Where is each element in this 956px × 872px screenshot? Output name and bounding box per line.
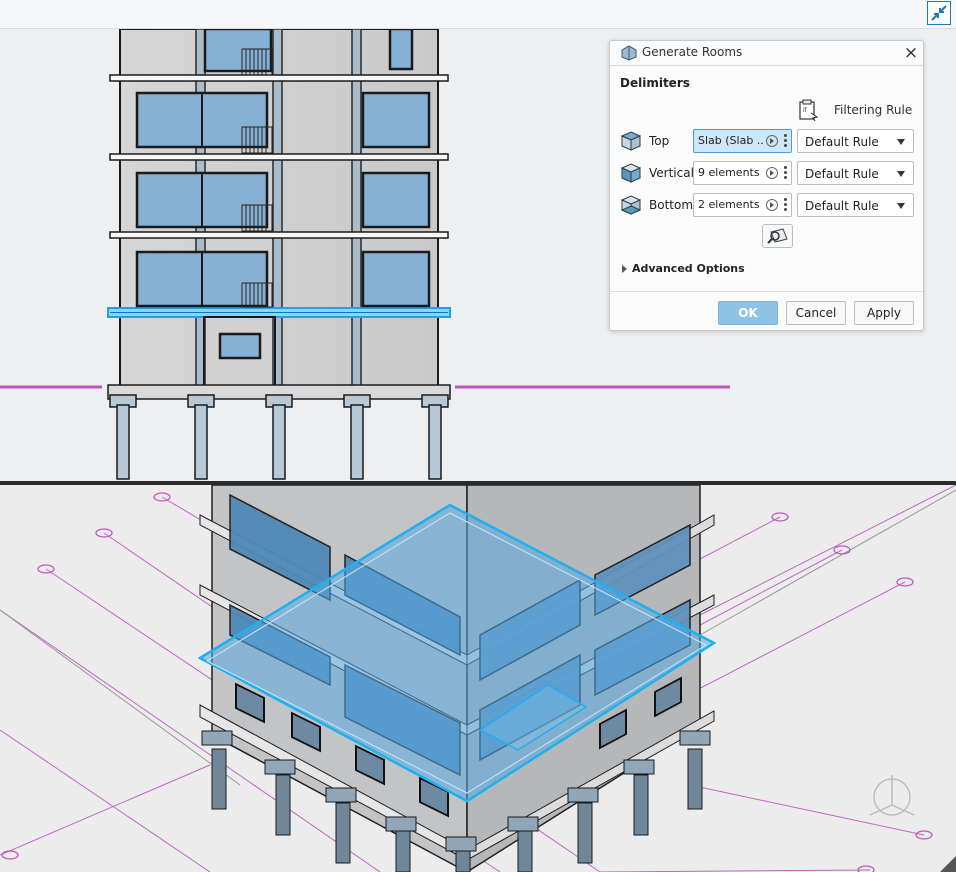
3d-view-drawing xyxy=(0,485,956,872)
more-options-icon[interactable] xyxy=(784,198,787,213)
close-icon[interactable]: × xyxy=(903,45,919,62)
vertical-rule-dropdown[interactable]: Default Rule xyxy=(797,161,914,185)
dropdown-caret-icon xyxy=(897,139,905,145)
advanced-options-label: Advanced Options xyxy=(632,262,745,275)
bottom-selection-value: 2 elements xyxy=(698,198,760,211)
apply-button[interactable]: Apply xyxy=(854,301,914,325)
bottom-delimiter-icon xyxy=(620,195,642,215)
generate-rooms-icon xyxy=(621,45,637,61)
expand-caret-icon xyxy=(622,265,627,273)
bottom-rule-dropdown[interactable]: Default Rule xyxy=(797,193,914,217)
generate-rooms-dialog: Generate Rooms × Delimiters if Filtering… xyxy=(609,40,924,331)
vertical-selection-value: 9 elements xyxy=(698,166,760,179)
selection-navigate-icon[interactable] xyxy=(766,199,778,211)
vertical-selection-field[interactable]: 9 elements xyxy=(693,161,792,185)
vertical-delimiter-icon xyxy=(620,163,642,183)
3d-viewport[interactable] xyxy=(0,485,956,872)
cancel-button[interactable]: Cancel xyxy=(786,301,846,325)
dialog-title: Generate Rooms xyxy=(642,45,743,59)
footer-separator xyxy=(610,291,923,292)
selection-navigate-icon[interactable] xyxy=(766,135,778,147)
bottom-selection-field[interactable]: 2 elements xyxy=(693,193,792,217)
delimiter-label-vertical: Vertical xyxy=(649,166,694,180)
top-selection-value: Slab (Slab ... xyxy=(698,134,764,147)
filtering-rule-label: Filtering Rule xyxy=(834,103,913,117)
vertical-rule-value: Default Rule xyxy=(805,167,879,181)
dropdown-caret-icon xyxy=(897,203,905,209)
dropdown-caret-icon xyxy=(897,171,905,177)
top-rule-value: Default Rule xyxy=(805,135,879,149)
dialog-header[interactable]: Generate Rooms × xyxy=(610,41,923,66)
ok-button[interactable]: OK xyxy=(718,301,778,325)
delimiter-label-bottom: Bottom xyxy=(649,198,694,212)
delimiter-row-vertical: Vertical 9 elements Default Rule xyxy=(610,161,923,185)
collapse-viewport-icon xyxy=(931,5,947,21)
selection-navigate-icon[interactable] xyxy=(766,167,778,179)
top-selection-field[interactable]: Slab (Slab ... xyxy=(693,129,792,153)
preview-icon xyxy=(767,228,788,244)
top-rule-dropdown[interactable]: Default Rule xyxy=(797,129,914,153)
filtering-rule-icon[interactable]: if xyxy=(797,99,819,121)
resize-grip-icon[interactable] xyxy=(940,856,956,872)
preview-button[interactable] xyxy=(762,224,793,248)
collapse-viewport-button[interactable] xyxy=(927,1,951,25)
delimiter-row-top: Top Slab (Slab ... Default Rule xyxy=(610,129,923,153)
more-options-icon[interactable] xyxy=(784,166,787,181)
more-options-icon[interactable] xyxy=(784,134,787,149)
delimiters-heading: Delimiters xyxy=(620,76,690,90)
top-delimiter-icon xyxy=(620,131,642,151)
viewport-toolbar xyxy=(0,0,956,29)
bottom-rule-value: Default Rule xyxy=(805,199,879,213)
delimiter-row-bottom: Bottom 2 elements Default Rule xyxy=(610,193,923,217)
delimiter-label-top: Top xyxy=(649,134,670,148)
